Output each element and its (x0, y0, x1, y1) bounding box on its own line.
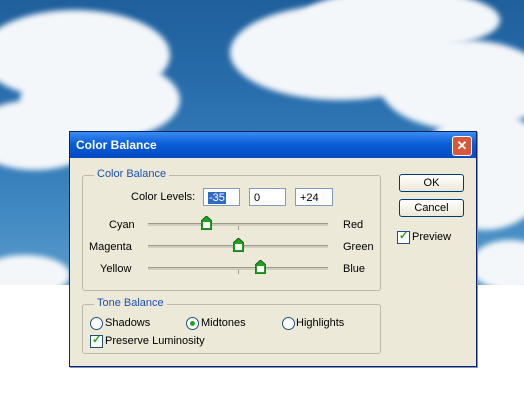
ok-button[interactable]: OK (399, 174, 464, 192)
preview-label[interactable]: Preview (412, 231, 451, 243)
color-levels-label: Color Levels: (131, 191, 196, 203)
close-icon: ✕ (456, 138, 468, 153)
yellow-blue-slider-thumb[interactable] (255, 260, 266, 274)
color-balance-dialog: Color Balance ✕ Color Balance Color Leve… (69, 131, 477, 367)
shadows-radio[interactable] (90, 317, 103, 330)
preserve-luminosity-checkbox[interactable]: ✓ (90, 334, 103, 348)
preview-checkbox[interactable]: ✓ (397, 230, 410, 244)
blue-label: Blue (343, 263, 366, 275)
cyan-red-slider-thumb[interactable] (201, 216, 212, 230)
red-label: Red (343, 219, 364, 231)
color-balance-group-label: Color Balance (94, 168, 170, 180)
magenta-green-level-input[interactable]: 0 (249, 188, 286, 206)
magenta-label: Magenta (89, 241, 132, 253)
magenta-green-slider-thumb[interactable] (233, 238, 244, 252)
green-label: Green (343, 241, 374, 253)
yellow-label: Yellow (100, 263, 132, 275)
cyan-label: Cyan (109, 219, 135, 231)
midtones-radio[interactable] (186, 317, 199, 330)
shadows-label[interactable]: Shadows (105, 317, 150, 329)
cyan-red-level-input[interactable]: -35 (203, 188, 240, 206)
preserve-luminosity-label[interactable]: Preserve Luminosity (105, 335, 205, 347)
yellow-blue-center-tick (238, 270, 239, 274)
highlights-radio[interactable] (282, 317, 295, 330)
cyan-red-level-value: -35 (208, 192, 226, 204)
tone-balance-group-label: Tone Balance (94, 297, 167, 309)
close-button[interactable]: ✕ (452, 136, 472, 156)
cancel-button[interactable]: Cancel (399, 199, 464, 217)
midtones-label[interactable]: Midtones (201, 317, 246, 329)
cyan-red-center-tick (238, 226, 239, 230)
dialog-title-bar[interactable]: Color Balance ✕ (70, 132, 476, 158)
check-icon: ✓ (92, 334, 102, 346)
yellow-blue-level-input[interactable]: +24 (295, 188, 333, 206)
check-icon: ✓ (399, 230, 409, 242)
dialog-title: Color Balance (76, 138, 157, 152)
highlights-label[interactable]: Highlights (296, 317, 344, 329)
